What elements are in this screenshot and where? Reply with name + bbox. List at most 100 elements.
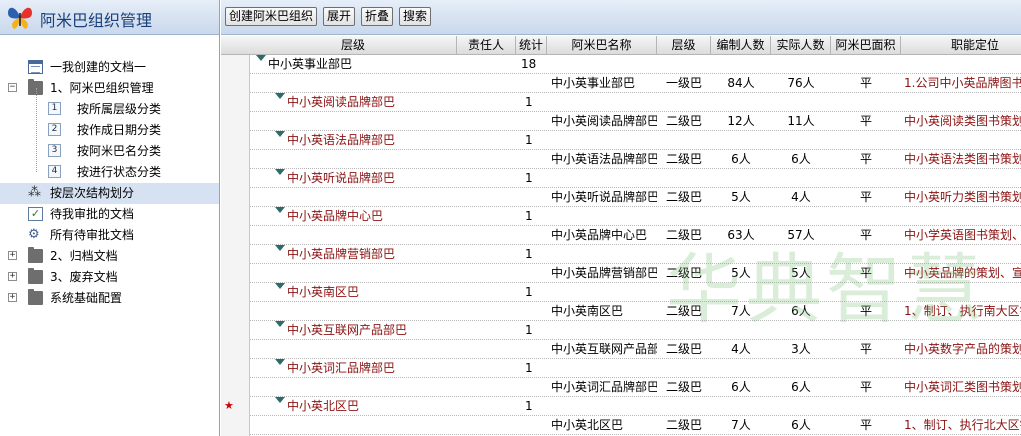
group-row[interactable]: 中小英事业部巴 18	[250, 55, 1021, 74]
expand-icon[interactable]: +	[8, 272, 17, 281]
actual-headcount-cell: 4人	[791, 190, 811, 204]
table-row[interactable]: 中小英听说品牌部巴二级巴 5人 4人 平 中小英听力类图书策划、研	[250, 188, 1021, 207]
group-row[interactable]: 中小英品牌中心巴 1	[250, 207, 1021, 226]
tree-item[interactable]: ⚙ 所有待审批文档	[0, 225, 219, 246]
group-row[interactable]: 中小英南区巴 1	[250, 283, 1021, 302]
tier-cell: 二级巴	[665, 190, 702, 204]
collapse-all-button[interactable]: 折叠	[361, 7, 394, 26]
planned-headcount-cell: 6人	[731, 152, 751, 166]
column-header[interactable]: 职能定位	[901, 36, 1021, 55]
tree-item-label: 按所属层级分类	[77, 102, 162, 116]
planned-headcount-cell: 84人	[727, 76, 755, 90]
tree-item[interactable]: +3、废弃文档	[0, 267, 219, 288]
tier-cell: 二级巴	[665, 418, 702, 432]
table-row[interactable]: 中小英词汇品牌部巴二级巴 6人 6人 平 中小英词汇类图书策划、研	[250, 378, 1021, 397]
tier-cell: 二级巴	[665, 114, 702, 128]
group-count: 1	[525, 95, 533, 109]
collapse-triangle-icon[interactable]	[275, 93, 285, 112]
tree-item-label: 按阿米巴名分类	[77, 144, 162, 158]
table-row[interactable]: 中小英互联网产品部巴二级巴 4人 3人 平 中小英数字产品的策划、研	[250, 340, 1021, 359]
expand-icon[interactable]: +	[8, 293, 17, 302]
amoeba-name-cell: 中小英品牌中心巴	[551, 228, 648, 242]
table-row[interactable]: 中小英语法品牌部巴二级巴 6人 6人 平 中小英语法类图书策划、研	[250, 150, 1021, 169]
amoeba-name-cell: 中小英听说品牌部巴	[551, 190, 657, 204]
collapse-triangle-icon[interactable]	[256, 55, 266, 74]
group-row[interactable]: 中小英互联网产品部巴 1	[250, 321, 1021, 340]
table-row[interactable]: 中小英北区巴 二级巴 7人 6人 平 1、制订、执行北大区销售计	[250, 416, 1021, 435]
tree-item-label: 3、废弃文档	[50, 270, 118, 284]
planned-headcount-cell: 7人	[731, 418, 751, 432]
tree-item[interactable]: 3 按阿米巴名分类	[0, 141, 219, 162]
tree-item[interactable]: + 系统基础配置	[0, 288, 219, 309]
table-row[interactable]: 中小英品牌中心巴 二级巴 63人 57人 平 中小学英语图书策划、研发	[250, 226, 1021, 245]
function-cell: 中小英阅读类图书策划、研	[904, 114, 1021, 128]
planned-headcount-cell: 5人	[731, 190, 751, 204]
group-row[interactable]: 中小英词汇品牌部巴 1	[250, 359, 1021, 378]
column-header[interactable]: 统计	[516, 36, 547, 55]
column-header[interactable]: 责任人	[457, 36, 516, 55]
tree-item[interactable]: +2、归档文档	[0, 246, 219, 267]
group-row[interactable]: 中小英阅读品牌部巴 1	[250, 93, 1021, 112]
document-list-icon	[28, 60, 43, 74]
table-row[interactable]: 中小英事业部巴 一级巴 84人 76人 平 1.公司中小英品牌图书策划	[250, 74, 1021, 93]
app-header: 阿米巴组织管理	[0, 0, 219, 35]
group-row[interactable]: 中小英听说品牌部巴 1	[250, 169, 1021, 188]
column-header[interactable]: 实际人数	[771, 36, 831, 55]
tree-item[interactable]: 1 按所属层级分类	[0, 99, 219, 120]
view-icon: 3	[48, 144, 61, 157]
collapse-triangle-icon[interactable]	[275, 169, 285, 188]
expand-icon[interactable]: +	[8, 251, 17, 260]
group-title: 中小英南区巴	[287, 285, 360, 299]
group-count: 1	[525, 209, 533, 223]
column-header[interactable]: 阿米巴名称	[547, 36, 657, 55]
actual-headcount-cell: 3人	[791, 342, 811, 356]
collapse-triangle-icon[interactable]	[275, 207, 285, 226]
tier-cell: 二级巴	[665, 342, 702, 356]
tree-item[interactable]: 4 按进行状态分类	[0, 162, 219, 183]
column-header[interactable]: 层级	[657, 36, 711, 55]
table-row[interactable]: 中小英南区巴 二级巴 7人 6人 平 1、制订、执行南大区销售计	[250, 302, 1021, 321]
function-cell: 中小英品牌的策划、宣传及	[904, 266, 1021, 280]
column-header[interactable]: 编制人数	[711, 36, 771, 55]
actual-headcount-cell: 6人	[791, 304, 811, 318]
column-header[interactable]: 阿米巴面积	[831, 36, 901, 55]
function-cell: 1、制订、执行北大区销售计	[904, 418, 1021, 432]
function-cell: 中小英语法类图书策划、研	[904, 152, 1021, 166]
area-cell: 平	[859, 190, 872, 204]
search-button[interactable]: 搜索	[399, 7, 432, 26]
tree-item[interactable]: ⁂ 按层次结构划分	[0, 183, 219, 204]
actual-headcount-cell: 5人	[791, 266, 811, 280]
tree-item[interactable]: 一我创建的文档一	[0, 57, 219, 78]
table-row[interactable]: 中小英阅读品牌部巴二级巴 12人 11人 平 中小英阅读类图书策划、研	[250, 112, 1021, 131]
actual-headcount-cell: 57人	[787, 228, 815, 242]
planned-headcount-cell: 5人	[731, 266, 751, 280]
actual-headcount-cell: 6人	[791, 418, 811, 432]
collapse-triangle-icon[interactable]	[275, 283, 285, 302]
group-title: 中小英词汇品牌部巴	[287, 361, 396, 375]
collapse-icon[interactable]: −	[8, 83, 17, 92]
column-header[interactable]: 层级	[250, 36, 457, 55]
group-row[interactable]: 中小英北区巴 1	[250, 397, 1021, 416]
group-title: 中小英事业部巴	[268, 57, 353, 71]
collapse-triangle-icon[interactable]	[275, 397, 285, 416]
function-cell: 1、制订、执行南大区销售计	[904, 304, 1021, 318]
collapse-triangle-icon[interactable]	[275, 131, 285, 150]
collapse-triangle-icon[interactable]	[275, 359, 285, 378]
collapse-triangle-icon[interactable]	[275, 245, 285, 264]
group-row[interactable]: 中小英语法品牌部巴 1	[250, 131, 1021, 150]
group-title: 中小英互联网产品部巴	[287, 323, 408, 337]
tree-item-label: 系统基础配置	[50, 291, 123, 305]
amoeba-name-cell: 中小英阅读品牌部巴	[551, 114, 657, 128]
create-amoeba-button[interactable]: 创建阿米巴组织	[225, 7, 318, 26]
area-cell: 平	[859, 380, 872, 394]
tree-item[interactable]: 2 按作成日期分类	[0, 120, 219, 141]
area-cell: 平	[859, 266, 872, 280]
group-row[interactable]: 中小英品牌营销部巴 1	[250, 245, 1021, 264]
tree-item[interactable]: ✓ 待我审批的文档	[0, 204, 219, 225]
tier-cell: 二级巴	[665, 304, 702, 318]
planned-headcount-cell: 12人	[727, 114, 755, 128]
collapse-triangle-icon[interactable]	[275, 321, 285, 340]
table-row[interactable]: 中小英品牌营销部巴二级巴 5人 5人 平 中小英品牌的策划、宣传及	[250, 264, 1021, 283]
expand-all-button[interactable]: 展开	[323, 7, 356, 26]
tree-item[interactable]: − 1、阿米巴组织管理	[0, 78, 219, 99]
